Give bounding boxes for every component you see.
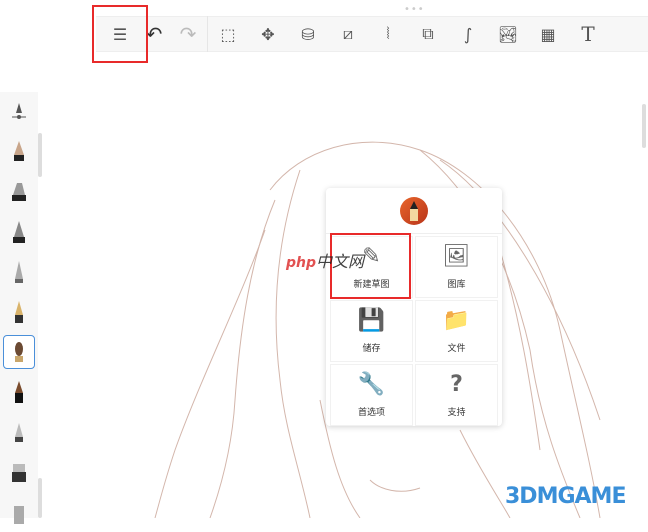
marker-brush-icon[interactable]: [0, 172, 38, 212]
shapes-icon[interactable]: ⧉: [408, 16, 448, 52]
undo-icon[interactable]: ↶: [140, 16, 168, 52]
inking-brush-icon[interactable]: [0, 212, 38, 252]
eraser-tip-icon[interactable]: [0, 412, 38, 452]
wrench-icon: 🔧: [357, 371, 386, 397]
smudge-brush-icon[interactable]: [0, 492, 38, 532]
menu-item-label: 首选项: [357, 407, 385, 418]
menu-item-label: 新建草图: [353, 279, 390, 290]
php-watermark: php中文网: [286, 252, 365, 271]
pencil-brush-icon[interactable]: [0, 132, 38, 172]
menu-item-support[interactable]: ? 支持: [415, 364, 498, 426]
toolbar-drag-handle[interactable]: •••: [404, 4, 425, 15]
selection-icon[interactable]: ⬚: [208, 16, 248, 52]
right-edge-handle[interactable]: [642, 104, 646, 148]
eraser-brush-icon[interactable]: [0, 452, 38, 492]
toolbar-group-history: ☰ ↶ ↷: [96, 16, 208, 52]
menu-item-files[interactable]: 📁 文件: [415, 300, 498, 362]
brush-pen-icon[interactable]: [0, 372, 38, 412]
fill-icon[interactable]: ⛁: [288, 16, 328, 52]
ruler-icon[interactable]: ⧄: [328, 16, 368, 52]
gallery-icon: 🖼: [442, 243, 471, 269]
paintbrush-selected-icon[interactable]: [0, 332, 38, 372]
menu-item-label: 支持: [447, 407, 466, 418]
airbrush-icon[interactable]: [0, 252, 38, 292]
question-icon: ?: [450, 371, 463, 397]
menu-item-preferences[interactable]: 🔧 首选项: [330, 364, 413, 426]
folder-icon: 📁: [442, 307, 471, 333]
fountain-pen-icon[interactable]: [0, 292, 38, 332]
top-toolbar: ☰ ↶ ↷ ⬚ ✥ ⛁ ⧄ ⦚ ⧉ ∫ 🏞 ▦ T: [96, 16, 648, 52]
brush-list-icon[interactable]: ☰: [106, 16, 134, 52]
transform-icon[interactable]: ✥: [248, 16, 288, 52]
brush-scrollbar[interactable]: [38, 133, 42, 177]
app-logo-icon: [400, 196, 428, 225]
symmetry-icon[interactable]: ⦚: [368, 16, 408, 52]
menu-item-label: 图库: [447, 279, 466, 290]
perspective-icon[interactable]: ▦: [528, 16, 568, 52]
brush-size-slider-icon[interactable]: [0, 92, 38, 132]
menu-item-save[interactable]: 💾 储存: [330, 300, 413, 362]
main-menu-popup: ✎ 新建草图 🖼 图库 💾 储存 📁 文件 🔧 首选项 ? 支持: [326, 188, 502, 426]
import-image-icon[interactable]: 🏞: [488, 16, 528, 52]
menu-header: [326, 188, 502, 234]
menu-item-gallery[interactable]: 🖼 图库: [415, 236, 498, 298]
brush-palette: [0, 92, 38, 524]
menu-item-label: 储存: [362, 343, 381, 354]
3dmgame-watermark: 3DMGAME: [505, 484, 626, 509]
menu-item-label: 文件: [447, 343, 466, 354]
save-icon: 💾: [357, 307, 386, 333]
brush-scrollbar-lower[interactable]: [38, 478, 42, 518]
redo-icon[interactable]: ↷: [174, 16, 202, 52]
curve-icon[interactable]: ∫: [448, 16, 488, 52]
text-icon[interactable]: T: [568, 16, 608, 52]
pencil-icon: ✎: [362, 243, 381, 269]
